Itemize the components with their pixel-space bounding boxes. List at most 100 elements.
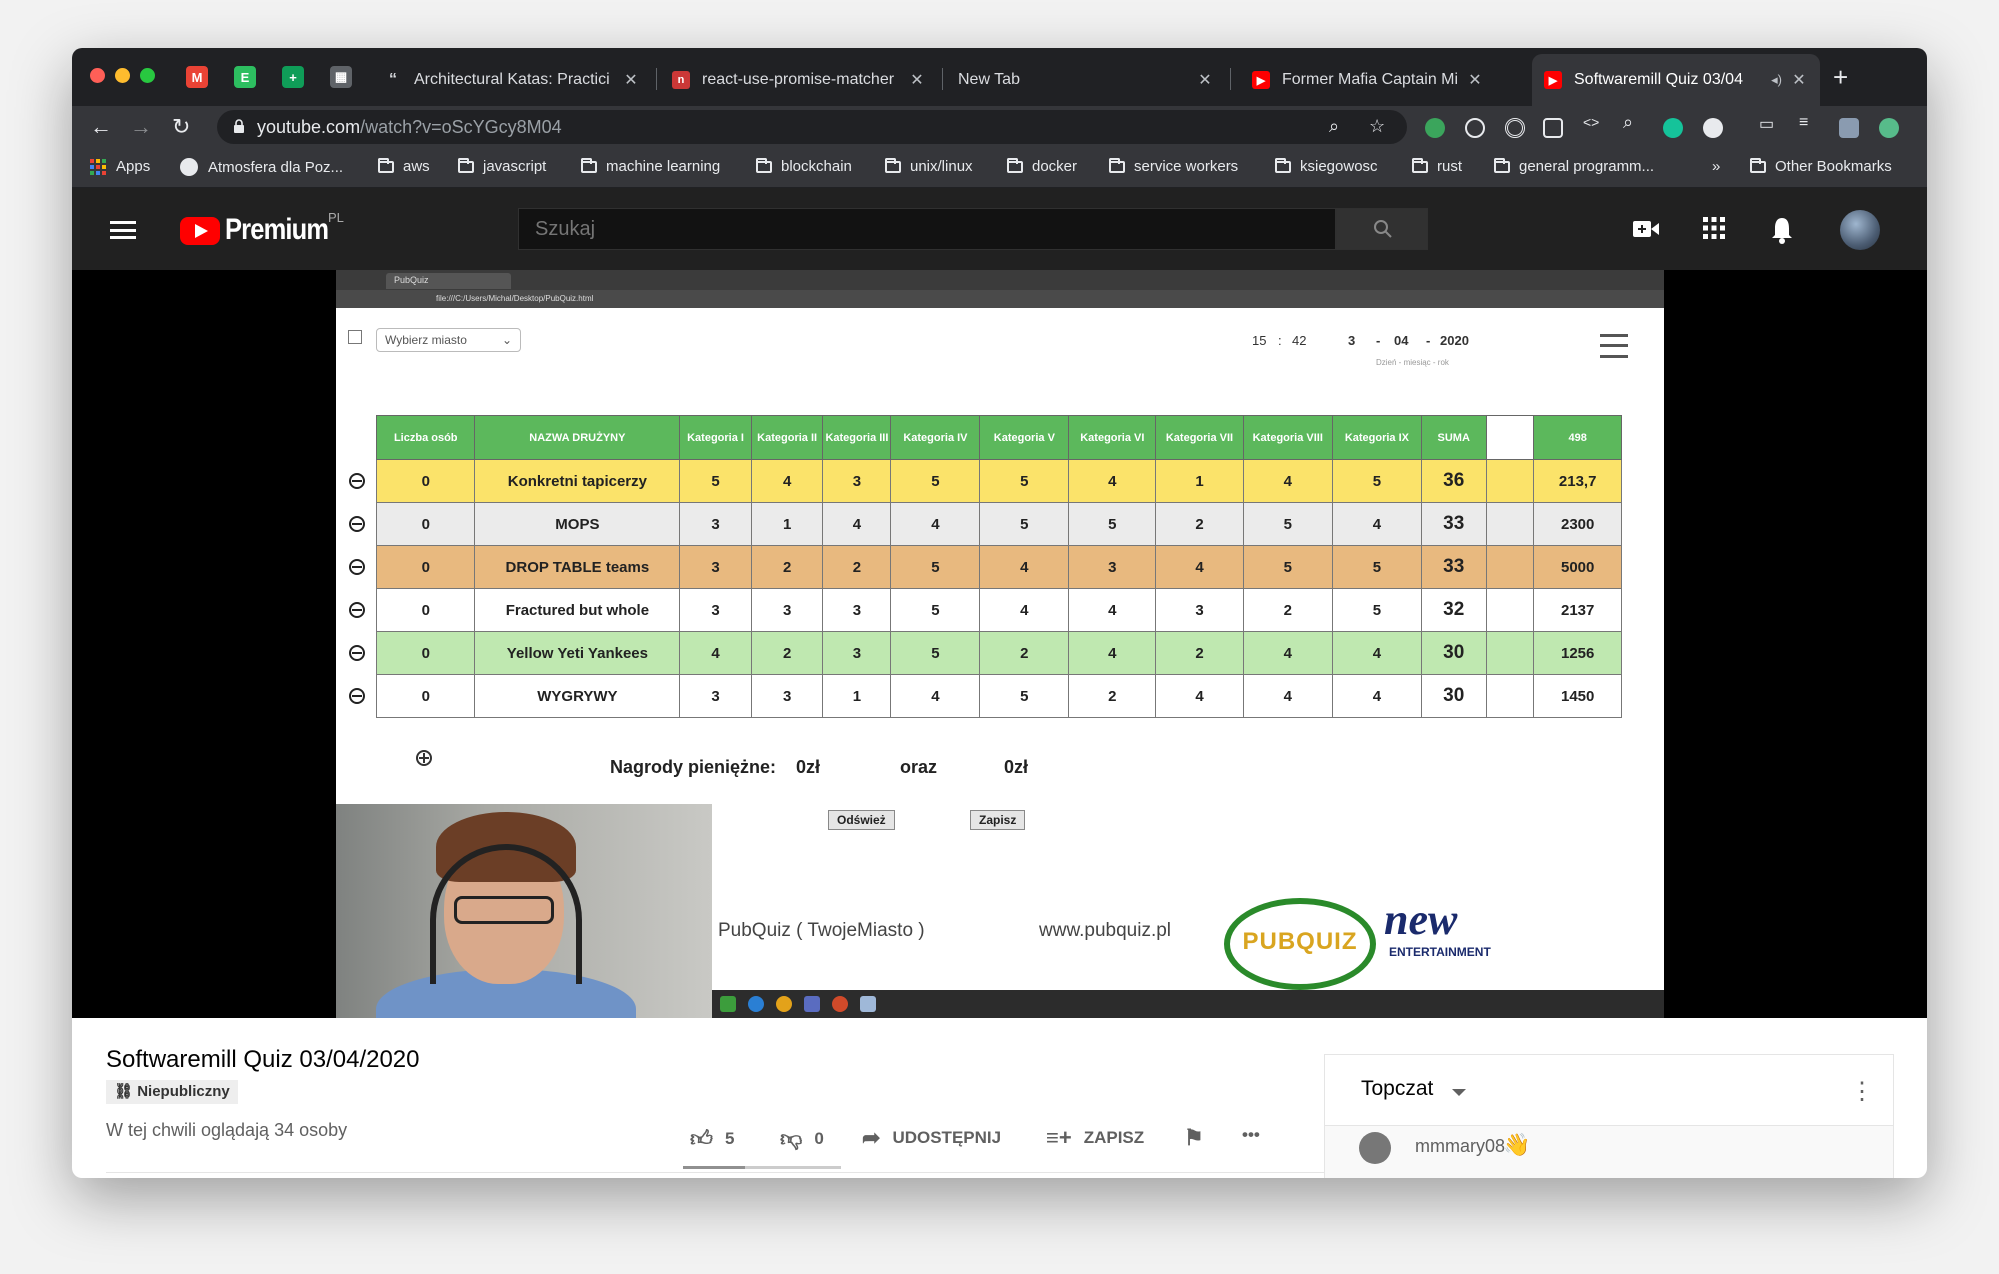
account-avatar[interactable] <box>1840 210 1880 250</box>
close-icon[interactable]: ✕ <box>622 70 640 90</box>
update-icon[interactable] <box>1879 118 1899 138</box>
profile-icon[interactable] <box>1839 118 1859 138</box>
close-icon[interactable]: ✕ <box>1466 70 1484 90</box>
address-bar[interactable]: youtube.com/watch?v=oScYGcy8M04 ⌕ ☆ <box>217 110 1407 144</box>
table-cell: 2 <box>1242 588 1333 632</box>
header-cell: Kategoria III <box>822 415 892 460</box>
chat-user-avatar <box>1359 1132 1391 1164</box>
like-ratio-bar <box>683 1166 841 1169</box>
remove-row-icon <box>349 688 365 704</box>
lastpass-icon[interactable] <box>1703 118 1723 138</box>
bookmarks-overflow-button[interactable]: » <box>1712 158 1720 175</box>
evernote-icon[interactable]: E <box>234 66 256 88</box>
video-player[interactable]: PubQuiz file:///C:/Users/Michal/Desktop/… <box>72 270 1927 1018</box>
youtube-premium-logo[interactable]: Premium <box>225 213 329 247</box>
chat-mode-dropdown[interactable]: Topczat <box>1361 1077 1433 1101</box>
speaker-icon[interactable]: ◂) <box>1771 72 1782 88</box>
table-cell: 4 <box>890 502 981 546</box>
table-cell: 2 <box>750 631 824 675</box>
chevron-down-icon[interactable] <box>1452 1089 1466 1096</box>
grammarly-icon[interactable] <box>1663 118 1683 138</box>
bookmark-folder-javascript[interactable]: javascript <box>458 157 546 175</box>
youtube-logo-icon[interactable] <box>180 217 220 245</box>
more-actions-button[interactable]: ••• <box>1242 1125 1260 1145</box>
extension-icon[interactable] <box>1425 118 1445 138</box>
search-icon <box>1374 220 1392 238</box>
menu-icon[interactable] <box>110 221 136 239</box>
media-queue-icon[interactable]: ≡ <box>1799 114 1819 134</box>
new-tab-button[interactable]: + <box>1833 62 1848 93</box>
bookmark-folder-unix-linux[interactable]: unix/linux <box>885 157 973 175</box>
flag-icon: ⚑ <box>1184 1125 1204 1150</box>
quote-icon: “ <box>389 71 397 88</box>
tab-react-use-promise-matcher[interactable]: n react-use-promise-matcher ✕ <box>660 54 938 106</box>
sum-cell: 30 <box>1420 674 1487 718</box>
dislike-button[interactable]: 👎︎ 0 <box>780 1125 824 1152</box>
share-button[interactable]: ➦ UDOSTĘPNIJ <box>862 1125 1001 1151</box>
table-cell: 4 <box>1155 674 1244 718</box>
search-ext-icon[interactable]: ⌕ <box>1623 112 1643 132</box>
bookmark-folder-machine-learning[interactable]: machine learning <box>581 157 720 175</box>
team-name-cell: WYGRYWY <box>474 674 681 718</box>
table-cell <box>1485 674 1535 718</box>
bookmark-folder-general-programming[interactable]: general programm... <box>1494 157 1654 175</box>
report-button[interactable]: ⚑ <box>1184 1125 1216 1151</box>
search-input[interactable] <box>519 209 1335 249</box>
table-cell: 5 <box>979 502 1070 546</box>
tab-former-mafia-captain[interactable]: ▶ Former Mafia Captain Micha ✕ <box>1240 54 1496 106</box>
apps-icon[interactable] <box>1702 216 1726 247</box>
bookmark-star-icon[interactable]: ☆ <box>1369 116 1385 137</box>
close-icon[interactable]: ✕ <box>1790 70 1808 90</box>
like-button[interactable]: 👍︎ 5 <box>690 1125 734 1152</box>
browser-toolbar: ← → ↻ youtube.com/watch?v=oScYGcy8M04 ⌕ … <box>72 106 1927 148</box>
add-row-icon <box>416 750 432 766</box>
prize-join: oraz <box>900 757 938 777</box>
tab-strip: M E + ▦ “ Architectural Katas: Practici … <box>72 48 1927 106</box>
bookmark-folder-blockchain[interactable]: blockchain <box>756 157 852 175</box>
tab-new-tab[interactable]: New Tab ✕ <box>946 54 1226 106</box>
back-button[interactable]: ← <box>90 114 112 140</box>
close-icon[interactable]: ✕ <box>908 70 926 90</box>
close-icon[interactable]: ✕ <box>1196 70 1214 90</box>
search-button[interactable] <box>1336 208 1428 250</box>
create-video-icon[interactable] <box>1632 216 1660 247</box>
bookmark-folder-service-workers[interactable]: service workers <box>1109 157 1238 175</box>
bookmark-folder-aws[interactable]: aws <box>378 157 430 175</box>
table-cell: 3 <box>679 545 752 589</box>
table-cell: 5 <box>1242 502 1333 546</box>
tab-softwaremill-quiz[interactable]: ▶ Softwaremill Quiz 03/04 ◂) ✕ <box>1532 54 1820 106</box>
notifications-bell-icon[interactable] <box>1770 216 1794 251</box>
save-video-button[interactable]: ≡+ ZAPISZ <box>1046 1125 1144 1151</box>
code-icon[interactable]: <> <box>1583 114 1603 134</box>
table-cell: 1 <box>750 502 824 546</box>
zoom-icon[interactable]: ⌕ <box>1329 116 1339 137</box>
calculator-icon[interactable]: ▦ <box>330 66 352 88</box>
minimize-window-button[interactable] <box>115 68 130 83</box>
entertainment-label: ENTERTAINMENT <box>1389 945 1491 959</box>
react-devtools-icon[interactable] <box>1465 118 1485 138</box>
forward-button[interactable]: → <box>130 114 152 140</box>
bookmark-folder-docker[interactable]: docker <box>1007 157 1077 175</box>
bookmark-folder-rust[interactable]: rust <box>1412 157 1462 175</box>
table-cell: 2137 <box>1533 588 1622 632</box>
close-window-button[interactable] <box>90 68 105 83</box>
sheets-icon[interactable]: + <box>282 66 304 88</box>
table-cell: 5 <box>979 459 1070 503</box>
apps-grid-icon <box>90 158 106 175</box>
maximize-window-button[interactable] <box>140 68 155 83</box>
cast-icon[interactable]: ▭ <box>1759 114 1779 134</box>
target-icon[interactable] <box>1505 118 1525 138</box>
team-name-cell: DROP TABLE teams <box>474 545 681 589</box>
pocket-icon[interactable] <box>1543 118 1563 138</box>
chat-more-icon[interactable]: ⋮ <box>1850 1077 1874 1106</box>
tab-architectural-katas[interactable]: “ Architectural Katas: Practici ✕ <box>372 54 652 106</box>
bookmark-apps[interactable]: Apps <box>90 158 150 175</box>
bookmark-folder-other[interactable]: Other Bookmarks <box>1750 157 1892 175</box>
bookmark-folder-ksiegowosc[interactable]: ksiegowosc <box>1275 157 1378 175</box>
header-cell: Liczba osób <box>375 415 476 460</box>
table-cell <box>1485 502 1535 546</box>
gmail-icon[interactable]: M <box>186 66 208 88</box>
reload-button[interactable]: ↻ <box>172 114 190 140</box>
bookmark-atmosfera[interactable]: Atmosfera dla Poz... <box>180 158 343 176</box>
table-cell: 3 <box>822 588 892 632</box>
